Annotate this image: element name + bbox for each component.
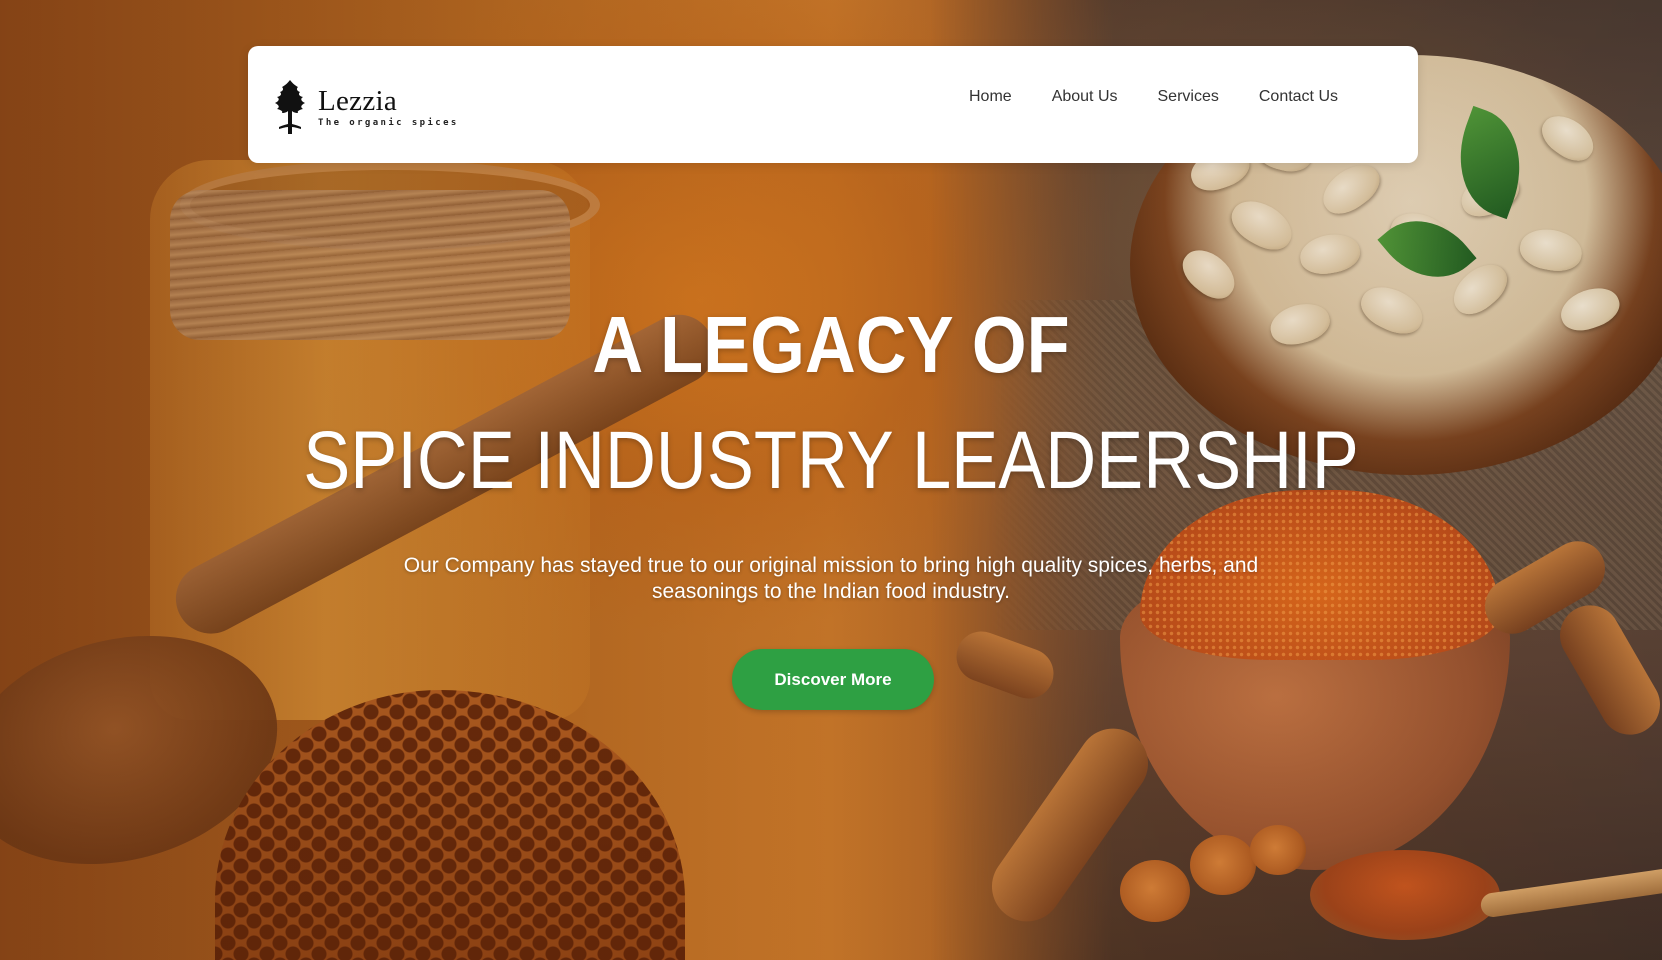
nav-item-home[interactable]: Home bbox=[949, 86, 1032, 108]
brand-name: Lezzia bbox=[318, 85, 398, 117]
tree-logo-icon bbox=[275, 80, 305, 134]
nav-item-about-us[interactable]: About Us bbox=[1032, 86, 1138, 108]
discover-more-button[interactable]: Discover More bbox=[732, 649, 934, 710]
hero-headline-secondary: SPICE INDUSTRY LEADERSHIP bbox=[303, 415, 1359, 506]
nav-item-contact-us[interactable]: Contact Us bbox=[1239, 86, 1358, 108]
navbar: Lezzia The organic spices Home About Us … bbox=[248, 46, 1418, 163]
hero-description: Our Company has stayed true to our origi… bbox=[403, 554, 1259, 603]
brand-tagline: The organic spices bbox=[318, 118, 459, 128]
main-nav: Home About Us Services Contact Us bbox=[949, 86, 1358, 108]
nav-item-services[interactable]: Services bbox=[1138, 86, 1239, 108]
hero-headline-primary: A LEGACY OF bbox=[592, 300, 1070, 389]
brand-logo[interactable]: Lezzia The organic spices bbox=[268, 78, 459, 136]
